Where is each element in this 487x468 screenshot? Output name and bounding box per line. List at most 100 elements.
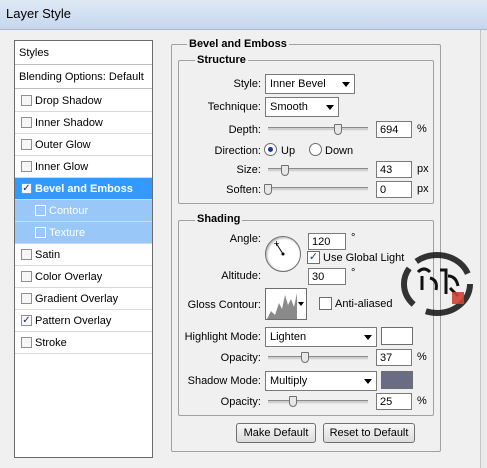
direction-up-label[interactable]: Up <box>281 145 295 157</box>
style-item-label: Outer Glow <box>35 139 91 151</box>
depth-unit: % <box>417 123 427 135</box>
style-item-label: Stroke <box>35 337 67 349</box>
angle-label: Angle: <box>229 233 261 245</box>
shadow-color-swatch[interactable] <box>381 371 413 389</box>
style-checkbox[interactable] <box>21 293 32 304</box>
angle-dial[interactable]: + <box>265 236 301 272</box>
highlight-opacity-slider[interactable] <box>268 356 368 360</box>
anti-aliased-label[interactable]: Anti-aliased <box>335 298 392 310</box>
reset-to-default-button[interactable]: Reset to Default <box>323 423 415 443</box>
soften-slider-thumb[interactable] <box>264 184 272 195</box>
size-unit: px <box>417 163 429 175</box>
highlight-opacity-value: 37 <box>380 352 393 364</box>
shadow-opacity-unit: % <box>417 395 427 407</box>
shadow-mode-dropdown[interactable]: Multiply <box>265 371 377 391</box>
depth-slider-thumb[interactable] <box>334 124 342 135</box>
style-item-inner-glow[interactable]: Inner Glow <box>15 156 152 178</box>
direction-down-label[interactable]: Down <box>325 145 353 157</box>
style-item-pattern-overlay[interactable]: ✓ Pattern Overlay <box>15 310 152 332</box>
highlight-opacity-field[interactable]: 37 <box>376 349 412 366</box>
gloss-contour-picker[interactable] <box>265 288 307 320</box>
style-item-outer-glow[interactable]: Outer Glow <box>15 134 152 156</box>
style-item-label: Contour <box>49 205 89 217</box>
style-item-texture[interactable]: Texture <box>15 222 152 244</box>
style-checkbox[interactable]: ✓ <box>21 183 32 194</box>
highlight-opacity-label: Opacity: <box>220 352 261 364</box>
style-item-gradient-overlay[interactable]: Gradient Overlay <box>15 288 152 310</box>
title-bar: Layer Style <box>0 0 487 30</box>
global-light-label[interactable]: Use Global Light <box>323 252 404 264</box>
highlight-mode-dropdown[interactable]: Lighten <box>265 327 377 347</box>
style-label: Style: <box>233 78 261 90</box>
styles-list: Styles Blending Options: Default Drop Sh… <box>14 40 153 458</box>
chevron-down-icon <box>298 302 304 306</box>
styles-header[interactable]: Styles <box>15 41 152 65</box>
style-item-stroke[interactable]: Stroke <box>15 332 152 354</box>
style-item-label: Gradient Overlay <box>35 293 119 305</box>
style-checkbox[interactable] <box>21 161 32 172</box>
depth-label: Depth: <box>228 124 261 136</box>
global-light-checkbox[interactable]: ✓ <box>307 251 320 264</box>
angle-field[interactable]: 120 <box>308 233 346 250</box>
style-checkbox[interactable] <box>21 95 32 106</box>
chevron-down-icon <box>326 105 334 110</box>
style-checkbox[interactable] <box>21 139 32 150</box>
style-checkbox[interactable] <box>21 117 32 128</box>
style-item-drop-shadow[interactable]: Drop Shadow <box>15 90 152 112</box>
soften-label: Soften: <box>226 184 261 196</box>
size-slider-thumb[interactable] <box>281 165 289 176</box>
anti-aliased-checkbox[interactable] <box>319 297 332 310</box>
depth-slider[interactable] <box>268 127 368 131</box>
style-item-label: Inner Glow <box>35 161 89 173</box>
style-item-label: Satin <box>35 249 61 261</box>
shadow-mode-label: Shadow Mode: <box>187 375 261 387</box>
style-checkbox[interactable] <box>35 227 46 238</box>
window-title: Layer Style <box>6 6 72 21</box>
angle-value: 120 <box>312 236 331 248</box>
style-item-satin[interactable]: Satin <box>15 244 152 266</box>
style-checkbox[interactable] <box>21 271 32 282</box>
altitude-label: Altitude: <box>221 270 261 282</box>
style-item-label: Color Overlay <box>35 271 103 283</box>
highlight-mode-value: Lighten <box>270 331 307 343</box>
soften-slider[interactable] <box>268 187 368 191</box>
make-default-button[interactable]: Make Default <box>236 423 316 443</box>
shadow-opacity-field[interactable]: 25 <box>376 393 412 410</box>
style-item-inner-shadow[interactable]: Inner Shadow <box>15 112 152 134</box>
chevron-down-icon <box>342 82 350 87</box>
styles-header-label: Styles <box>19 47 49 59</box>
style-checkbox[interactable] <box>35 205 46 216</box>
highlight-color-swatch[interactable] <box>381 327 413 345</box>
shadow-opacity-slider[interactable] <box>268 400 368 404</box>
size-label: Size: <box>236 164 261 176</box>
soften-value: 0 <box>380 184 387 196</box>
angle-indicator-icon: + <box>273 239 285 256</box>
direction-up-radio[interactable] <box>264 143 277 156</box>
style-item-bevel-and-emboss[interactable]: ✓ Bevel and Emboss <box>15 178 152 200</box>
structure-title: Structure <box>195 54 248 66</box>
angle-unit: ° <box>351 232 356 244</box>
style-dropdown[interactable]: Inner Bevel <box>265 74 355 94</box>
style-item-color-overlay[interactable]: Color Overlay <box>15 266 152 288</box>
style-item-label: Bevel and Emboss <box>35 183 133 195</box>
gloss-contour-label: Gloss Contour: <box>187 299 261 311</box>
technique-value: Smooth <box>270 101 308 113</box>
depth-value: 694 <box>380 124 399 136</box>
altitude-field[interactable]: 30 <box>308 268 346 285</box>
direction-down-radio[interactable] <box>309 143 322 156</box>
style-item-contour[interactable]: Contour <box>15 200 152 222</box>
style-checkbox[interactable] <box>21 337 32 348</box>
highlight-opacity-thumb[interactable] <box>301 352 309 363</box>
blending-options-item[interactable]: Blending Options: Default <box>15 65 152 89</box>
highlight-opacity-unit: % <box>417 351 427 363</box>
shadow-opacity-label: Opacity: <box>220 396 261 408</box>
style-item-label: Pattern Overlay <box>35 315 112 327</box>
style-checkbox[interactable] <box>21 249 32 260</box>
technique-dropdown[interactable]: Smooth <box>265 97 339 117</box>
size-field[interactable]: 43 <box>376 161 412 178</box>
style-checkbox[interactable]: ✓ <box>21 315 32 326</box>
soften-field[interactable]: 0 <box>376 181 412 198</box>
depth-field[interactable]: 694 <box>376 121 412 138</box>
shading-title: Shading <box>195 213 243 225</box>
shadow-opacity-thumb[interactable] <box>289 396 297 407</box>
